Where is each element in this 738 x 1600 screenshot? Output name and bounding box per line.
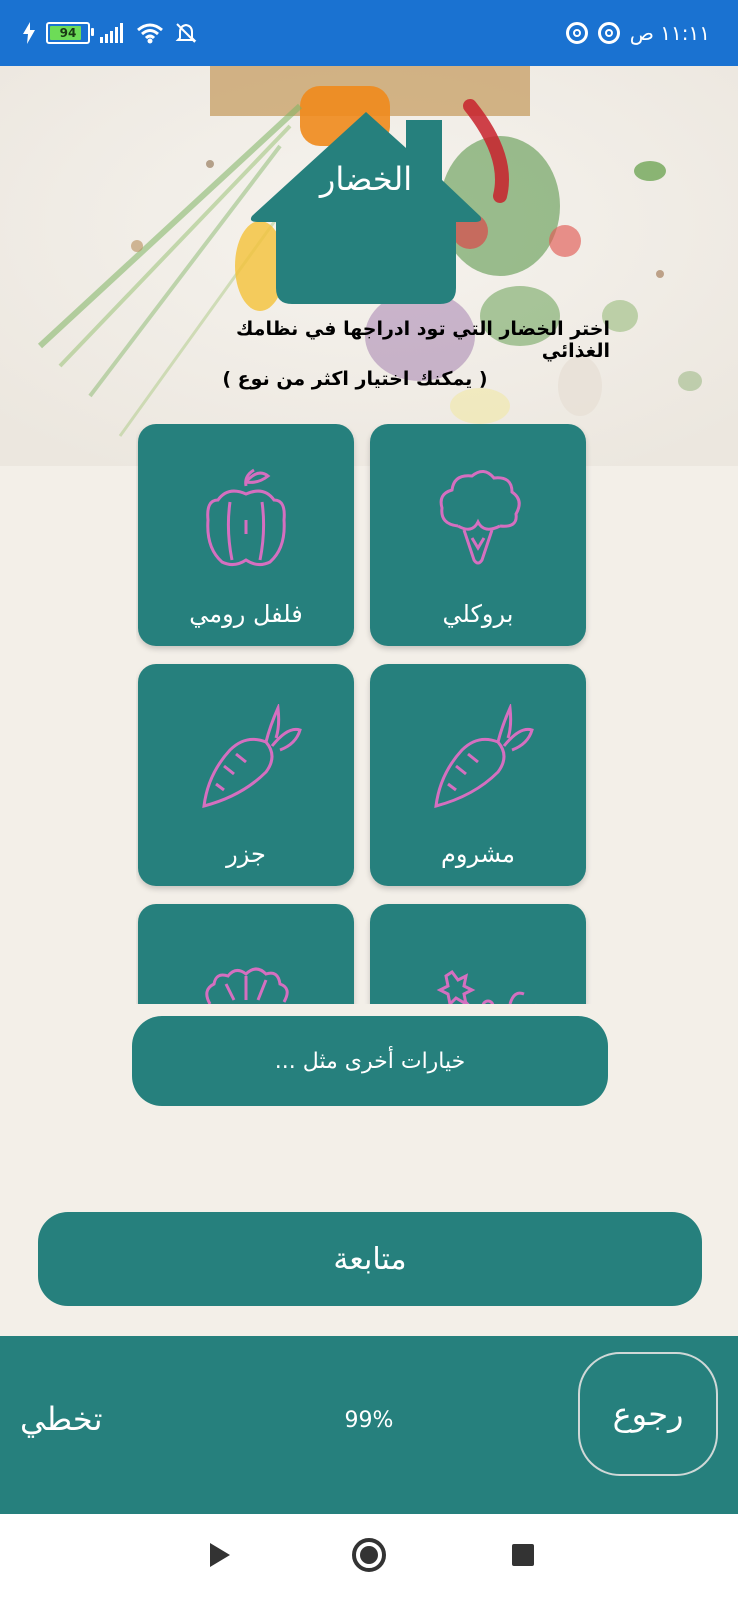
signal-icon [100,23,123,43]
nav-home-icon[interactable] [352,1538,386,1572]
status-bar: 94 ١١:١١ ص [0,0,738,66]
back-button[interactable]: رجوع [578,1352,718,1476]
notification-icon [597,22,620,44]
charging-icon [23,22,35,44]
vegetable-tile-bell-pepper[interactable]: فلفل رومي [138,424,354,646]
battery-level: 94 [59,26,77,40]
bottom-bar: تخطي 99% رجوع [0,1336,738,1514]
vegetable-tile-vine[interactable] [370,904,586,1004]
bell-pepper-icon [206,468,286,567]
broccoli-icon [439,470,521,565]
vine-icon [436,969,537,1004]
vegetable-tile-lettuce[interactable] [138,904,354,1004]
house-badge [250,112,482,304]
instructions-main: اختر الخضار التي تود ادراجها في نظامك ال… [235,318,610,362]
wifi-icon [137,23,163,44]
nav-back-icon[interactable] [208,1542,232,1568]
vegetable-grid[interactable]: بروكلي فلفل رومي مشروم جزر [136,424,602,1004]
status-icons-right: ١١:١١ ص [565,18,710,48]
status-icons-left: 94 [22,18,198,48]
other-options-button[interactable]: خيارات أخرى مثل ... [132,1016,608,1106]
instructions-sub: ( يمكنك اختيار اكثر من نوع ) [222,368,488,390]
continue-button[interactable]: متابعة [38,1212,702,1306]
carrot-icon [434,704,534,809]
page-title: الخضار [319,160,413,198]
nav-recent-icon[interactable] [512,1544,534,1566]
vegetable-tile-broccoli[interactable]: بروكلي [370,424,586,646]
vegetable-label: بروكلي [442,600,514,628]
instructions-text: اختر الخضار التي تود ادراجها في نظامك ال… [170,318,610,390]
vegetable-tile-carrot[interactable]: جزر [138,664,354,886]
system-nav-bar [0,1514,738,1600]
vegetable-label: جزر [226,840,266,868]
carrot-icon [202,704,302,809]
bell-muted-icon [175,23,197,43]
clock: ١١:١١ ص [629,21,710,45]
vegetable-label: مشروم [441,840,515,868]
notification-icon [565,22,588,44]
lettuce-icon [205,967,289,1004]
vegetable-label: فلفل رومي [189,600,303,628]
vegetable-tile-mushroom[interactable]: مشروم [370,664,586,886]
battery-icon: 94 [46,22,94,44]
